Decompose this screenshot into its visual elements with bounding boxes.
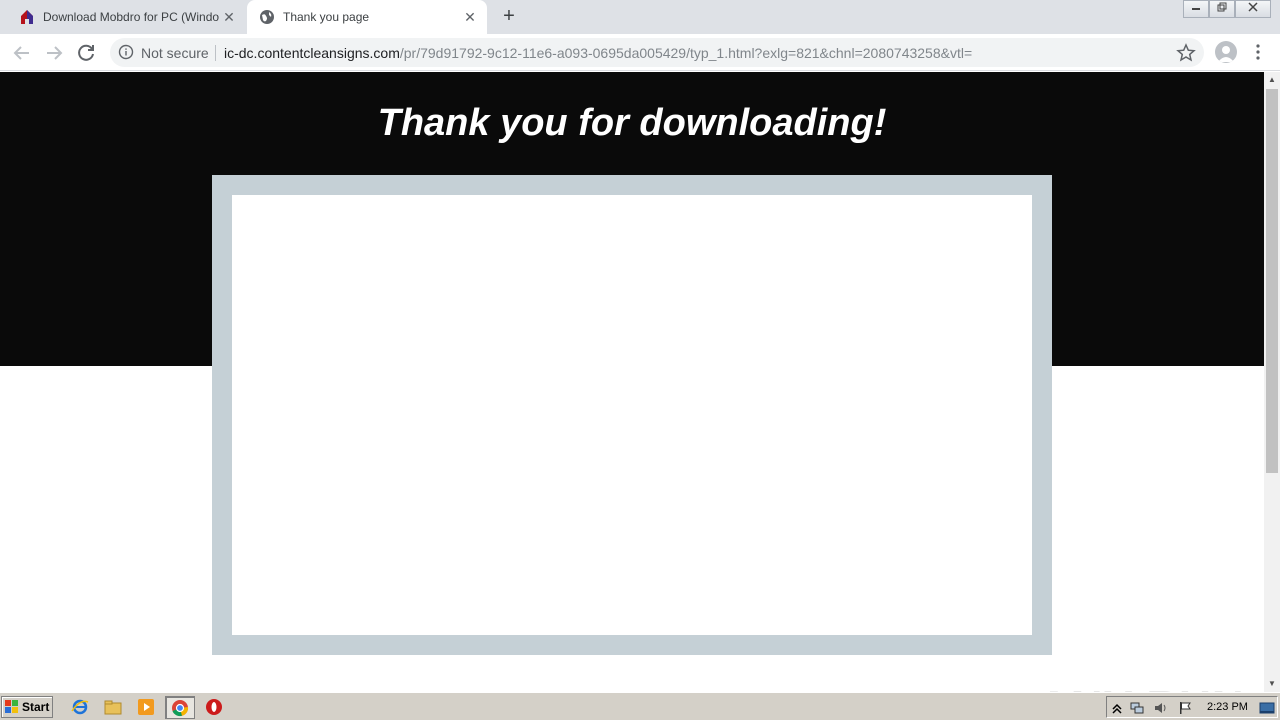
system-tray: 2:23 PM xyxy=(1106,696,1278,718)
content-panel xyxy=(232,195,1032,635)
chevron-up-icon[interactable] xyxy=(1109,700,1125,716)
close-tab-icon[interactable]: ✕ xyxy=(221,9,237,25)
flag-icon[interactable] xyxy=(1177,700,1193,716)
chrome-taskbar-button[interactable] xyxy=(165,696,195,719)
address-bar[interactable]: Not secure ic-dc.contentcleansigns.com/p… xyxy=(110,38,1204,67)
scroll-thumb[interactable] xyxy=(1266,89,1278,473)
volume-icon[interactable] xyxy=(1153,700,1169,716)
page-viewport: Thank you for downloading! ANY RUN xyxy=(0,72,1264,692)
scroll-down-icon[interactable]: ▼ xyxy=(1264,676,1280,692)
info-icon[interactable] xyxy=(118,44,134,60)
close-window-icon[interactable] xyxy=(1235,0,1271,18)
url-text[interactable]: ic-dc.contentcleansigns.com/pr/79d91792-… xyxy=(224,45,972,61)
tab-title: Download Mobdro for PC (Windows) xyxy=(43,10,219,24)
page-headline: Thank you for downloading! xyxy=(377,102,887,144)
show-desktop-icon[interactable] xyxy=(1259,700,1275,716)
reload-icon[interactable] xyxy=(74,41,98,65)
divider xyxy=(215,45,216,61)
media-player-icon[interactable] xyxy=(137,698,155,716)
bookmark-star-icon[interactable] xyxy=(1176,43,1196,63)
security-label[interactable]: Not secure xyxy=(141,45,209,61)
house-favicon-icon xyxy=(21,10,33,24)
tab-strip: Download Mobdro for PC (Windows) ✕ Thank… xyxy=(0,0,1280,34)
back-arrow-icon[interactable] xyxy=(10,41,34,65)
opera-icon[interactable] xyxy=(205,698,223,716)
profile-avatar-icon[interactable] xyxy=(1215,41,1237,63)
minimize-icon[interactable] xyxy=(1183,0,1209,18)
url-path: /pr/79d91792-9c12-11e6-a093-0695da005429… xyxy=(399,45,973,61)
forward-arrow-icon[interactable] xyxy=(42,41,66,65)
windows-logo-icon xyxy=(5,700,18,713)
folder-icon[interactable] xyxy=(104,698,122,716)
tab-thank-you[interactable]: Thank you page ✕ xyxy=(247,0,487,34)
browser-toolbar: Not secure ic-dc.contentcleansigns.com/p… xyxy=(0,34,1280,71)
start-label: Start xyxy=(22,700,50,714)
chrome-icon xyxy=(172,700,189,717)
globe-icon xyxy=(260,10,274,24)
watermark-logo: ANY RUN xyxy=(1038,682,1245,692)
vertical-scrollbar[interactable]: ▲ ▼ xyxy=(1264,72,1280,692)
taskbar: Start 2:23 PM xyxy=(0,692,1280,720)
network-icon[interactable] xyxy=(1129,700,1145,716)
internet-explorer-icon[interactable] xyxy=(71,698,89,716)
tab-mobdro[interactable]: Download Mobdro for PC (Windows) ✕ xyxy=(8,0,246,34)
content-frame xyxy=(212,175,1052,655)
url-host: ic-dc.contentcleansigns.com xyxy=(224,45,400,61)
clock[interactable]: 2:23 PM xyxy=(1207,701,1248,713)
close-tab-icon[interactable]: ✕ xyxy=(462,9,478,25)
start-button[interactable]: Start xyxy=(1,696,53,718)
kebab-menu-icon[interactable] xyxy=(1250,42,1266,62)
new-tab-button[interactable]: + xyxy=(498,5,520,27)
tab-title: Thank you page xyxy=(283,10,370,24)
scroll-up-icon[interactable]: ▲ xyxy=(1264,72,1280,88)
restore-icon[interactable] xyxy=(1209,0,1235,18)
